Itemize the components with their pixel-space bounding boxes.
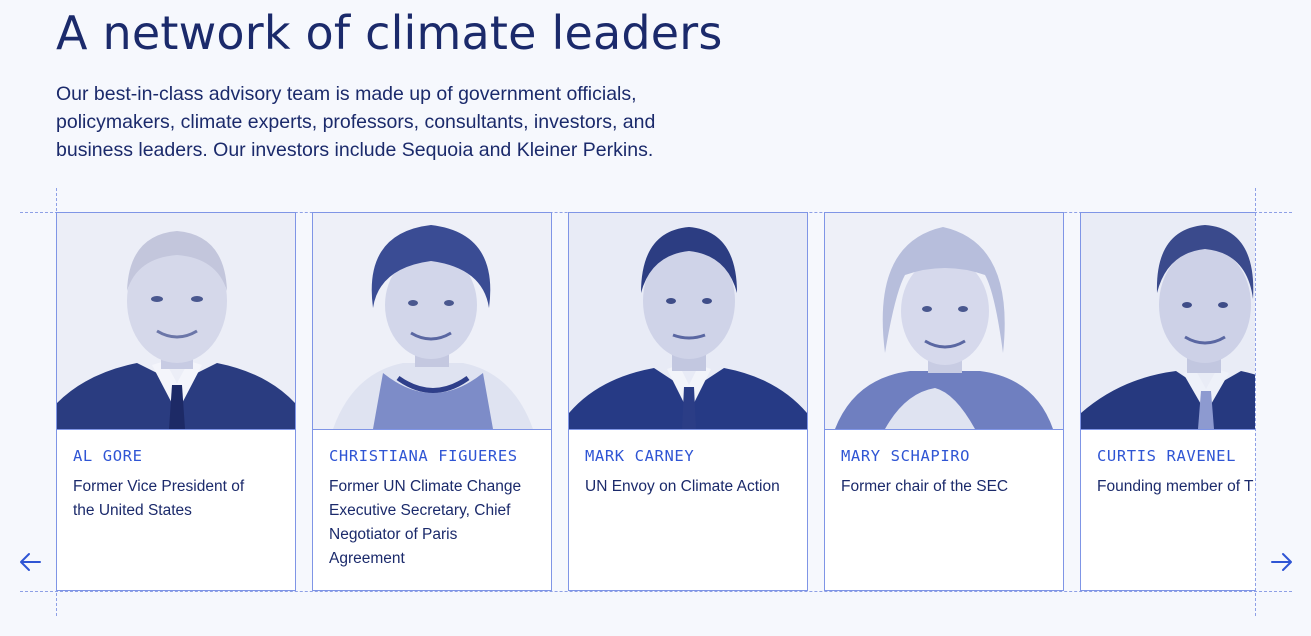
leader-name: CHRISTIANA FIGUERES <box>329 447 518 465</box>
carousel-next-button[interactable] <box>1268 549 1294 575</box>
leader-photo <box>1081 213 1255 430</box>
leader-name: AL GORE <box>73 447 143 465</box>
guide-line-right <box>1255 188 1256 616</box>
leader-role: Former Vice President of the United Stat… <box>73 478 245 519</box>
page-title: A network of climate leaders <box>56 6 723 60</box>
leader-role: UN Envoy on Climate Action <box>585 478 780 495</box>
leader-card[interactable]: MARY SCHAPIRO Former chair of the SEC <box>824 212 1064 591</box>
leader-card[interactable]: CURTIS RAVENEL Founding member of T <box>1080 212 1255 591</box>
leader-card[interactable]: MARK CARNEY UN Envoy on Climate Action <box>568 212 808 591</box>
leaders-carousel[interactable]: AL GORE Former Vice President of the Uni… <box>56 212 1255 592</box>
arrow-right-icon <box>1271 553 1292 571</box>
leader-name: MARK CARNEY <box>585 447 695 465</box>
portrait-christiana-figueres-image <box>313 213 551 429</box>
leader-role: Former chair of the SEC <box>841 478 1009 495</box>
leader-name: MARY SCHAPIRO <box>841 447 971 465</box>
arrow-left-icon <box>20 553 41 571</box>
portrait-al-gore-image <box>57 213 295 429</box>
carousel-prev-button[interactable] <box>18 549 44 575</box>
leader-role: Former UN Climate Change Executive Secre… <box>329 478 522 567</box>
leader-card[interactable]: CHRISTIANA FIGUERES Former UN Climate Ch… <box>312 212 552 591</box>
leader-photo <box>569 213 807 430</box>
portrait-curtis-ravenel-image <box>1081 213 1255 429</box>
leader-card[interactable]: AL GORE Former Vice President of the Uni… <box>56 212 296 591</box>
portrait-mark-carney-image <box>569 213 807 429</box>
leader-role: Founding member of T <box>1097 478 1254 495</box>
intro-paragraph: Our best-in-class advisory team is made … <box>56 83 656 161</box>
leader-photo <box>57 213 295 430</box>
leader-photo <box>825 213 1063 430</box>
portrait-mary-schapiro-image <box>825 213 1063 429</box>
leader-name: CURTIS RAVENEL <box>1097 447 1237 465</box>
leader-photo <box>313 213 551 430</box>
